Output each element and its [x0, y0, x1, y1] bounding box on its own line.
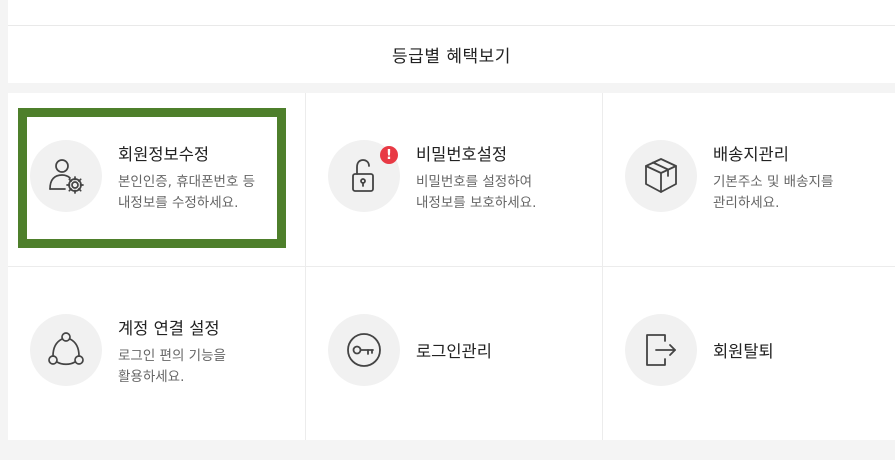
menu-desc-line1: 비밀번호를 설정하여: [416, 174, 533, 190]
menu-edit-profile[interactable]: 회원정보수정 본인인증, 휴대폰번호 등 내정보를 수정하세요.: [8, 93, 306, 267]
box-icon: [625, 140, 697, 212]
menu-password-settings[interactable]: ! 비밀번호설정 비밀번호를 설정하여 내정보를 보호하세요.: [306, 93, 603, 267]
menu-desc-line2: 내정보를 보호하세요.: [416, 195, 537, 211]
menu-desc-line2: 관리하세요.: [713, 195, 780, 211]
alert-badge: !: [380, 146, 398, 164]
menu-withdraw[interactable]: 회원탈퇴: [603, 267, 895, 440]
menu-title: 계정 연결 설정: [118, 319, 220, 338]
share-nodes-icon: [30, 314, 102, 386]
menu-desc-line1: 로그인 편의 기능을: [118, 348, 226, 364]
menu-desc-line1: 기본주소 및 배송지를: [713, 174, 834, 190]
menu-address-management[interactable]: 배송지관리 기본주소 및 배송지를 관리하세요.: [603, 93, 895, 267]
account-menu-grid: 회원정보수정 본인인증, 휴대폰번호 등 내정보를 수정하세요. ! 비밀번호설…: [8, 93, 895, 440]
menu-login-management[interactable]: 로그인관리: [306, 267, 603, 440]
menu-title: 회원탈퇴: [713, 342, 774, 361]
menu-title: 비밀번호설정: [416, 145, 508, 164]
key-icon: [328, 314, 400, 386]
menu-desc-line2: 활용하세요.: [118, 369, 185, 385]
top-strip: [8, 0, 895, 26]
grade-benefits-link[interactable]: 등급별 혜택보기: [8, 26, 895, 83]
grade-benefits-label: 등급별 혜택보기: [392, 47, 511, 67]
menu-title: 로그인관리: [416, 342, 492, 361]
menu-title: 배송지관리: [713, 145, 789, 164]
menu-title: 회원정보수정: [118, 145, 210, 164]
menu-desc-line2: 내정보를 수정하세요.: [118, 195, 239, 211]
exit-icon: [625, 314, 697, 386]
user-gear-icon: [30, 140, 102, 212]
menu-desc-line1: 본인인증, 휴대폰번호 등: [118, 174, 256, 190]
menu-account-link[interactable]: 계정 연결 설정 로그인 편의 기능을 활용하세요.: [8, 267, 306, 440]
